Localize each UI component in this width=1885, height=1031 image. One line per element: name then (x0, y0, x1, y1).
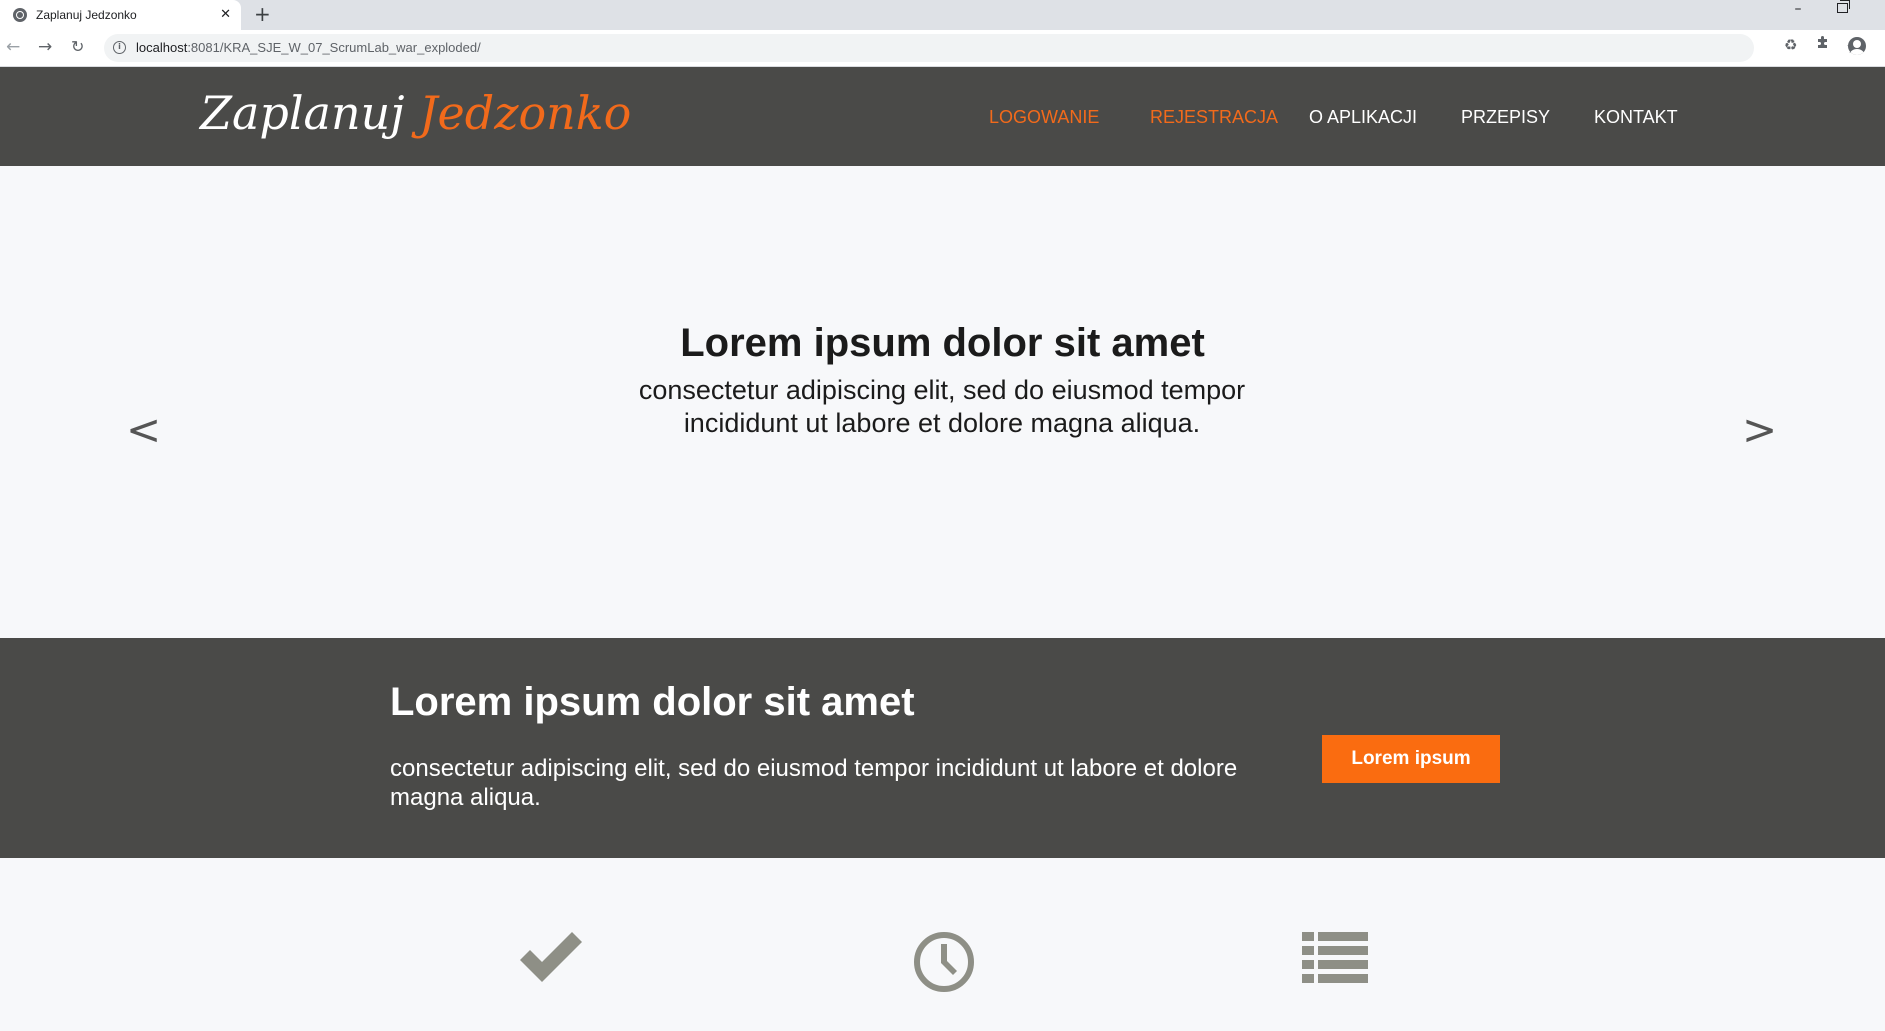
main-nav: LOGOWANIE REJESTRACJA O APLIKACJI PRZEPI… (0, 67, 1885, 166)
hero-title: Lorem ipsum dolor sit amet (680, 321, 1205, 365)
back-button[interactable]: ← (6, 36, 20, 58)
address-bar[interactable]: i localhost:8081/KRA_SJE_W_07_ScrumLab_w… (104, 34, 1861, 62)
close-icon[interactable]: ✕ (220, 6, 231, 24)
hero-text: consectetur adipiscing elit, sed do eius… (638, 375, 1246, 438)
nav-item-login[interactable]: LOGOWANIE (989, 106, 1099, 128)
globe-icon (13, 8, 27, 22)
cta-text: consectetur adipiscing elit, sed do eius… (390, 755, 1238, 811)
nav-item-recipes[interactable]: PRZEPISY (1461, 106, 1550, 128)
url-path: :8081/KRA_SJE_W_07_ScrumLab_war_exploded… (187, 40, 481, 55)
new-tab-button[interactable]: + (254, 3, 271, 25)
site-header: Zaplanuj Jedzonko LOGOWANIE REJESTRACJA … (0, 67, 1885, 166)
restore-button[interactable] (1837, 0, 1850, 13)
cta-button[interactable]: Lorem ipsum (1322, 735, 1500, 783)
browser-toolbar: ← → ↻ i localhost:8081/KRA_SJE_W_07_Scru… (0, 30, 1885, 67)
slider-prev-button[interactable]: < (126, 406, 161, 454)
slider-next-button[interactable]: > (1742, 406, 1777, 454)
list-icon (1302, 932, 1368, 983)
nav-item-about[interactable]: O APLIKACJI (1309, 106, 1417, 128)
profile-icon[interactable] (1848, 37, 1866, 55)
cta-section: Lorem ipsum dolor sit amet consectetur a… (0, 638, 1885, 858)
hero-slider: < Lorem ipsum dolor sit amet consectetur… (0, 166, 1885, 638)
info-icon[interactable]: i (113, 41, 126, 54)
browser-tab[interactable]: Zaplanuj Jedzonko ✕ (0, 0, 241, 30)
clock-icon (914, 932, 974, 992)
url-host: localhost (136, 40, 188, 55)
url-text[interactable]: localhost:8081/KRA_SJE_W_07_ScrumLab_war… (136, 40, 481, 55)
nav-item-register[interactable]: REJESTRACJA (1150, 106, 1278, 128)
reload-button[interactable]: ↻ (71, 36, 84, 58)
browser-tabstrip: Zaplanuj Jedzonko ✕ + – (0, 0, 1885, 30)
tab-title: Zaplanuj Jedzonko (36, 8, 137, 22)
check-icon (520, 932, 582, 982)
forward-button[interactable]: → (38, 36, 52, 58)
puzzle-icon[interactable] (1816, 35, 1830, 49)
recycle-icon[interactable]: ♻ (1784, 35, 1797, 55)
cta-title: Lorem ipsum dolor sit amet (390, 680, 915, 724)
features-section (0, 858, 1885, 1031)
minimize-button[interactable]: – (1792, 1, 1804, 17)
nav-item-contact[interactable]: KONTAKT (1594, 106, 1678, 128)
